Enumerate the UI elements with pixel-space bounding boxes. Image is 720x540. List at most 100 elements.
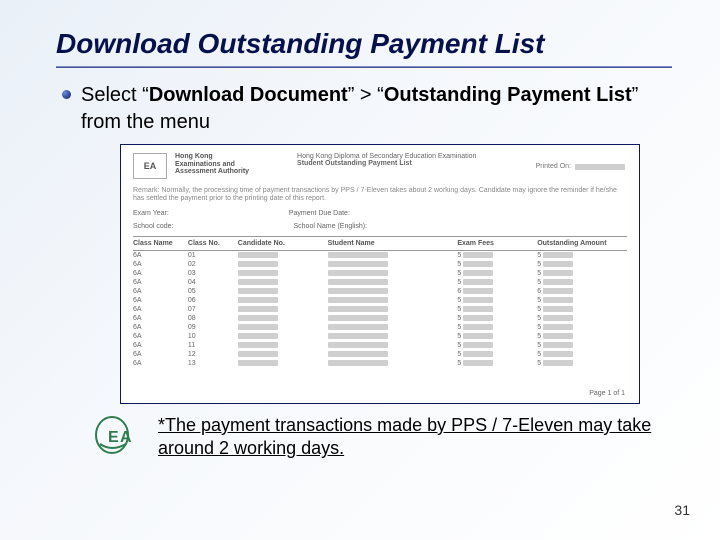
redacted-bar [328,297,388,303]
title-rule [56,66,672,68]
table-row: 6A045 5 [133,278,627,287]
cell-classno: 06 [188,297,238,304]
cell-outstanding: 5 [537,306,627,313]
cell-class: 6A [133,297,188,304]
cell-outstanding: 5 [537,252,627,259]
cell-class: 6A [133,288,188,295]
redacted-bar [543,333,573,339]
cell-sname [328,351,458,358]
cell-class: 6A [133,351,188,358]
redacted-bar [238,324,278,330]
redacted-bar [238,351,278,357]
cell-candno [238,252,328,259]
redacted-bar [463,342,493,348]
cell-outstanding: 5 [537,279,627,286]
cell-classno: 10 [188,333,238,340]
redacted-bar [328,306,388,312]
table-row: 6A135 5 [133,359,627,368]
redacted-bar [238,261,278,267]
redacted-bar [328,270,388,276]
report-screenshot: EA Hong Kong Examinations and Assessment… [120,144,640,404]
redacted-bar [328,342,388,348]
svg-text:E: E [108,429,119,446]
cell-candno [238,306,328,313]
redacted-bar [543,252,573,258]
svg-text:A: A [120,429,132,446]
cell-class: 6A [133,279,188,286]
redacted-bar [575,164,625,170]
bullet-icon [62,90,71,99]
col-outstanding: Outstanding Amount [537,240,627,247]
cell-fees: 5 [457,342,537,349]
cell-candno [238,342,328,349]
cell-fees: 5 [457,270,537,277]
cell-candno [238,279,328,286]
school-code-label: School code: [133,223,173,230]
redacted-bar [543,270,573,276]
report-title-block: Hong Kong Diploma of Secondary Education… [297,153,476,167]
col-candidate-no: Candidate No. [238,240,328,247]
exam-name: Hong Kong Diploma of Secondary Education… [297,153,476,160]
redacted-bar [463,261,493,267]
cell-candno [238,315,328,322]
table-row: 6A065 5 [133,296,627,305]
cell-sname [328,270,458,277]
col-exam-fees: Exam Fees [457,240,537,247]
cell-classno: 02 [188,261,238,268]
report-remark: Remark: Normally, the processing time of… [133,187,627,204]
redacted-bar [543,279,573,285]
cell-class: 6A [133,306,188,313]
page-number: 31 [674,502,690,518]
redacted-bar [328,279,388,285]
cell-fees: 5 [457,261,537,268]
bullet-text: Select “Download Document” > “Outstandin… [81,82,672,136]
redacted-bar [463,351,493,357]
cell-class: 6A [133,270,188,277]
cell-outstanding: 5 [537,333,627,340]
cell-class: 6A [133,315,188,322]
printed-on: Printed On: [536,163,625,170]
printed-label: Printed On: [536,163,571,170]
redacted-bar [238,288,278,294]
redacted-bar [328,288,388,294]
hkeaa-footer-logo-icon: A E [94,414,148,456]
cell-candno [238,324,328,331]
page-of: Page 1 of 1 [589,390,625,397]
cell-classno: 01 [188,252,238,259]
redacted-bar [238,333,278,339]
redacted-bar [463,360,493,366]
org-line1: Hong Kong [175,153,249,161]
bullet-item: Select “Download Document” > “Outstandin… [62,82,672,136]
redacted-bar [238,360,278,366]
cell-fees: 5 [457,333,537,340]
table-row: 6A025 5 [133,260,627,269]
cell-sname [328,252,458,259]
cell-classno: 03 [188,270,238,277]
table-row: 6A105 5 [133,332,627,341]
redacted-bar [543,306,573,312]
cell-fees: 5 [457,360,537,367]
cell-outstanding: 5 [537,270,627,277]
cell-classno: 11 [188,342,238,349]
cell-fees: 5 [457,315,537,322]
cell-sname [328,324,458,331]
redacted-bar [328,360,388,366]
cell-classno: 09 [188,324,238,331]
cell-classno: 07 [188,306,238,313]
redacted-bar [238,306,278,312]
cell-outstanding: 5 [537,315,627,322]
cell-outstanding: 5 [537,261,627,268]
cell-candno [238,288,328,295]
cell-fees: 5 [457,351,537,358]
bullet-bold-2: Outstanding Payment List [384,84,632,106]
cell-classno: 13 [188,360,238,367]
cell-outstanding: 6 [537,288,627,295]
cell-outstanding: 5 [537,324,627,331]
table-body: 6A015 5 6A025 5 6A035 5 6A045 5 6A056 6 … [133,251,627,368]
table-row: 6A075 5 [133,305,627,314]
redacted-bar [543,351,573,357]
cell-classno: 04 [188,279,238,286]
cell-sname [328,279,458,286]
bullet-prefix: Select “ [81,84,149,106]
redacted-bar [543,360,573,366]
